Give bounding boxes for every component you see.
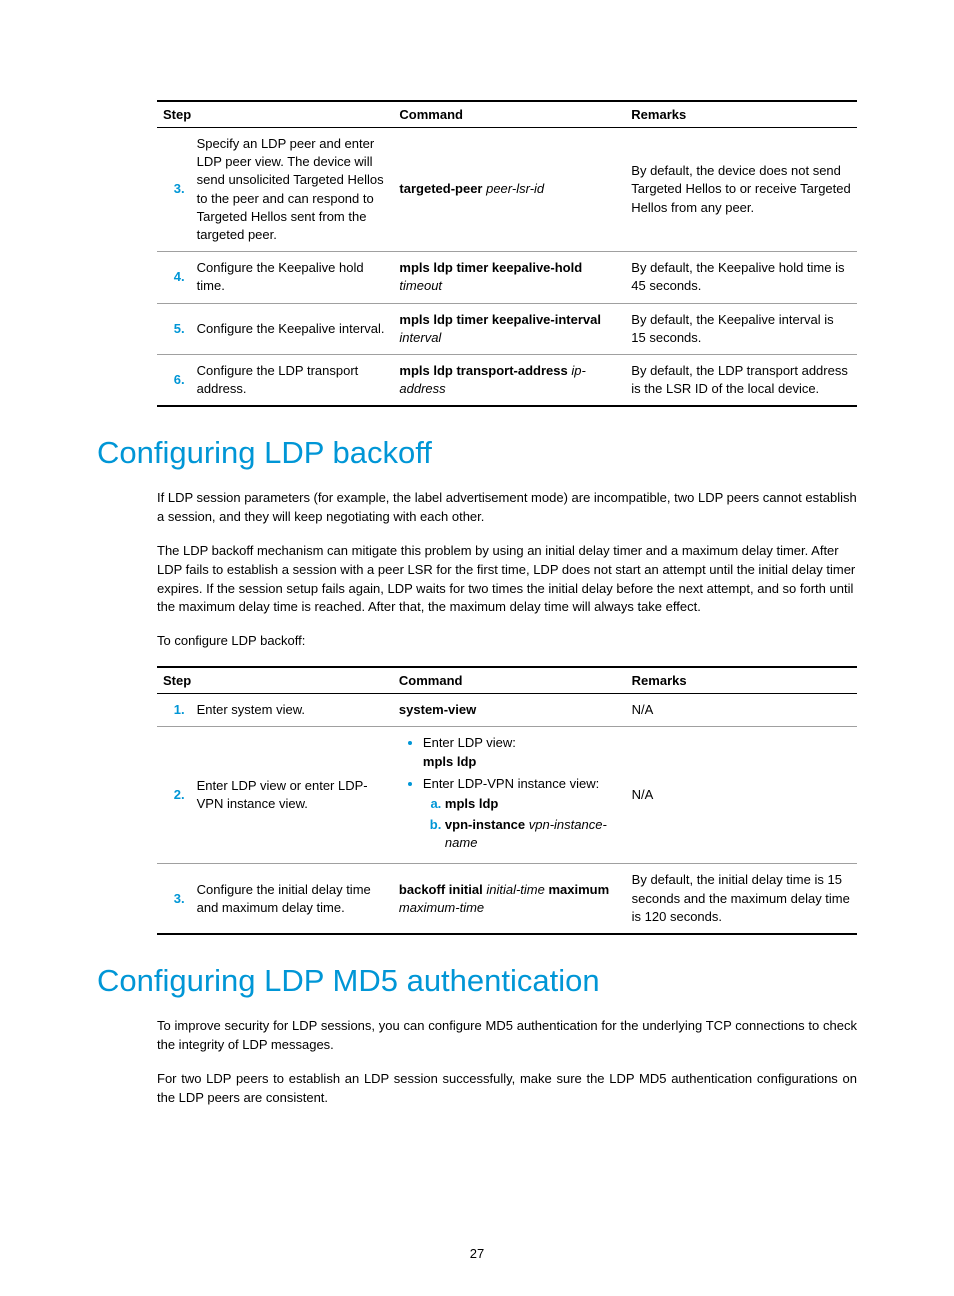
step-num: 1. [157, 694, 191, 727]
step-num: 3. [157, 128, 191, 252]
command-cell: Enter LDP view:mpls ldp Enter LDP-VPN in… [393, 727, 626, 864]
paragraph: To configure LDP backoff: [157, 632, 857, 651]
command-cell: mpls ldp timer keepalive-interval interv… [393, 303, 625, 354]
heading-ldp-md5: Configuring LDP MD5 authentication [97, 963, 857, 999]
paragraph: For two LDP peers to establish an LDP se… [157, 1070, 857, 1108]
remarks-cell: By default, the device does not send Tar… [625, 128, 857, 252]
step-desc: Enter system view. [191, 694, 393, 727]
table-ldp-params: Step Command Remarks 3. Specify an LDP p… [157, 100, 857, 407]
command-cell: backoff initial initial-time maximum max… [393, 864, 626, 934]
step-num: 4. [157, 252, 191, 303]
th-remarks: Remarks [625, 101, 857, 128]
command-cell: targeted-peer peer-lsr-id [393, 128, 625, 252]
step-desc: Configure the Keepalive interval. [191, 303, 394, 354]
table-row: 4. Configure the Keepalive hold time. mp… [157, 252, 857, 303]
th-remarks: Remarks [626, 667, 857, 694]
table-row: 2. Enter LDP view or enter LDP-VPN insta… [157, 727, 857, 864]
page-number: 27 [0, 1246, 954, 1261]
paragraph: To improve security for LDP sessions, yo… [157, 1017, 857, 1055]
remarks-cell: N/A [626, 727, 857, 864]
remarks-cell: By default, the initial delay time is 15… [626, 864, 857, 934]
step-num: 5. [157, 303, 191, 354]
table-row: 3. Configure the initial delay time and … [157, 864, 857, 934]
step-desc: Specify an LDP peer and enter LDP peer v… [191, 128, 394, 252]
table-ldp-backoff: Step Command Remarks 1. Enter system vie… [157, 666, 857, 935]
heading-ldp-backoff: Configuring LDP backoff [97, 435, 857, 471]
step-num: 3. [157, 864, 191, 934]
table-row: 1. Enter system view. system-view N/A [157, 694, 857, 727]
remarks-cell: N/A [626, 694, 857, 727]
table-row: 6. Configure the LDP transport address. … [157, 354, 857, 406]
remarks-cell: By default, the Keepalive hold time is 4… [625, 252, 857, 303]
step-num: 2. [157, 727, 191, 864]
list-item: Enter LDP view:mpls ldp [423, 734, 620, 770]
step-desc: Configure the Keepalive hold time. [191, 252, 394, 303]
th-step: Step [157, 101, 393, 128]
step-desc: Configure the LDP transport address. [191, 354, 394, 406]
th-step: Step [157, 667, 393, 694]
table-row: 5. Configure the Keepalive interval. mpl… [157, 303, 857, 354]
remarks-cell: By default, the LDP transport address is… [625, 354, 857, 406]
sublist-item: vpn-instance vpn-instance-name [445, 816, 620, 852]
th-command: Command [393, 101, 625, 128]
sublist-item: mpls ldp [445, 795, 620, 813]
list-item: Enter LDP-VPN instance view: mpls ldp vp… [423, 775, 620, 853]
step-num: 6. [157, 354, 191, 406]
th-command: Command [393, 667, 626, 694]
step-desc: Configure the initial delay time and max… [191, 864, 393, 934]
paragraph: If LDP session parameters (for example, … [157, 489, 857, 527]
command-cell: mpls ldp transport-address ip-address [393, 354, 625, 406]
command-cell: system-view [393, 694, 626, 727]
step-desc: Enter LDP view or enter LDP-VPN instance… [191, 727, 393, 864]
remarks-cell: By default, the Keepalive interval is 15… [625, 303, 857, 354]
paragraph: The LDP backoff mechanism can mitigate t… [157, 542, 857, 617]
table-row: 3. Specify an LDP peer and enter LDP pee… [157, 128, 857, 252]
command-cell: mpls ldp timer keepalive-hold timeout [393, 252, 625, 303]
